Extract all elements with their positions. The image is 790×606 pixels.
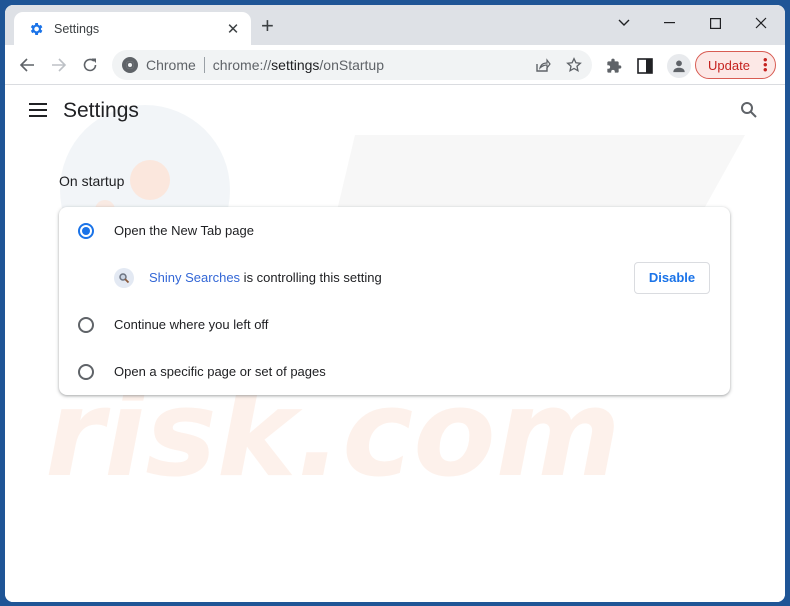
reload-icon xyxy=(83,58,97,72)
tab-title: Settings xyxy=(54,21,100,36)
update-button[interactable]: Update • • • xyxy=(695,51,776,79)
chrome-logo-icon xyxy=(122,57,138,73)
option-label: Continue where you left off xyxy=(114,317,269,332)
startup-option-specific-pages[interactable]: Open a specific page or set of pages xyxy=(59,348,730,395)
startup-option-new-tab[interactable]: Open the New Tab page xyxy=(59,207,730,254)
gear-icon xyxy=(28,21,44,37)
radio-button-selected[interactable] xyxy=(78,222,94,239)
arrow-left-icon xyxy=(19,58,34,72)
url-host: settings xyxy=(271,57,320,73)
close-icon xyxy=(755,17,767,29)
radio-button[interactable] xyxy=(78,316,94,333)
tab-search-button[interactable] xyxy=(601,9,647,37)
side-panel-icon xyxy=(637,58,653,74)
update-label: Update xyxy=(708,57,750,73)
extension-notice: Shiny Searches is controlling this setti… xyxy=(59,254,730,301)
startup-options-card: Open the New Tab page Shiny Searches is … xyxy=(59,207,730,395)
puzzle-icon xyxy=(607,58,622,73)
browser-window: Settings ✕ + Chrome chrome://settings/on… xyxy=(5,5,785,602)
omnibox-separator xyxy=(203,57,205,73)
option-label: Open a specific page or set of pages xyxy=(114,364,326,379)
side-panel-button[interactable] xyxy=(635,56,655,76)
maximize-button[interactable] xyxy=(692,9,738,37)
profile-button[interactable] xyxy=(667,54,691,78)
startup-option-continue[interactable]: Continue where you left off xyxy=(59,301,730,348)
settings-page: risk.com Settings On startup Open the Ne… xyxy=(5,85,785,602)
extension-notice-text: Shiny Searches is controlling this setti… xyxy=(149,270,382,285)
url-path: /onStartup xyxy=(319,57,385,73)
minimize-button[interactable] xyxy=(646,9,692,37)
more-vert-icon[interactable]: • • • xyxy=(763,53,768,76)
back-button[interactable] xyxy=(15,53,39,77)
option-label: Open the New Tab page xyxy=(114,223,254,238)
url-text: chrome://settings/onStartup xyxy=(213,57,384,73)
star-icon xyxy=(566,57,582,72)
page-title: Settings xyxy=(63,99,139,122)
tab-settings[interactable]: Settings ✕ xyxy=(14,12,251,45)
settings-header: Settings xyxy=(5,85,785,141)
bookmark-button[interactable] xyxy=(565,56,583,74)
extension-icon xyxy=(114,267,134,288)
forward-button[interactable] xyxy=(47,53,71,77)
tab-close-icon[interactable]: ✕ xyxy=(225,20,241,38)
share-button[interactable] xyxy=(534,56,552,74)
url-scheme: chrome:// xyxy=(212,57,272,73)
extensions-button[interactable] xyxy=(604,56,624,76)
menu-icon[interactable] xyxy=(29,103,47,117)
tab-strip: Settings ✕ + xyxy=(5,5,785,45)
extension-link[interactable]: Shiny Searches xyxy=(149,270,240,285)
chevron-down-icon xyxy=(618,19,630,26)
avatar-icon xyxy=(673,60,685,73)
toolbar: Chrome chrome://settings/onStartup Updat… xyxy=(5,45,785,85)
notice-text: is controlling this setting xyxy=(240,270,382,285)
section-title: On startup xyxy=(59,173,125,189)
share-icon xyxy=(536,58,551,72)
site-label: Chrome xyxy=(146,57,196,73)
reload-button[interactable] xyxy=(78,53,102,77)
new-tab-button[interactable]: + xyxy=(261,15,274,37)
search-icon xyxy=(741,102,757,118)
maximize-icon xyxy=(709,17,721,29)
close-window-button[interactable] xyxy=(738,9,784,37)
arrow-right-icon xyxy=(52,58,67,72)
address-bar[interactable]: Chrome chrome://settings/onStartup xyxy=(112,50,592,80)
disable-extension-button[interactable]: Disable xyxy=(634,261,710,294)
magnifier-icon xyxy=(119,272,130,283)
radio-button[interactable] xyxy=(78,363,94,380)
minimize-icon xyxy=(663,22,675,24)
search-settings-button[interactable] xyxy=(740,101,758,124)
